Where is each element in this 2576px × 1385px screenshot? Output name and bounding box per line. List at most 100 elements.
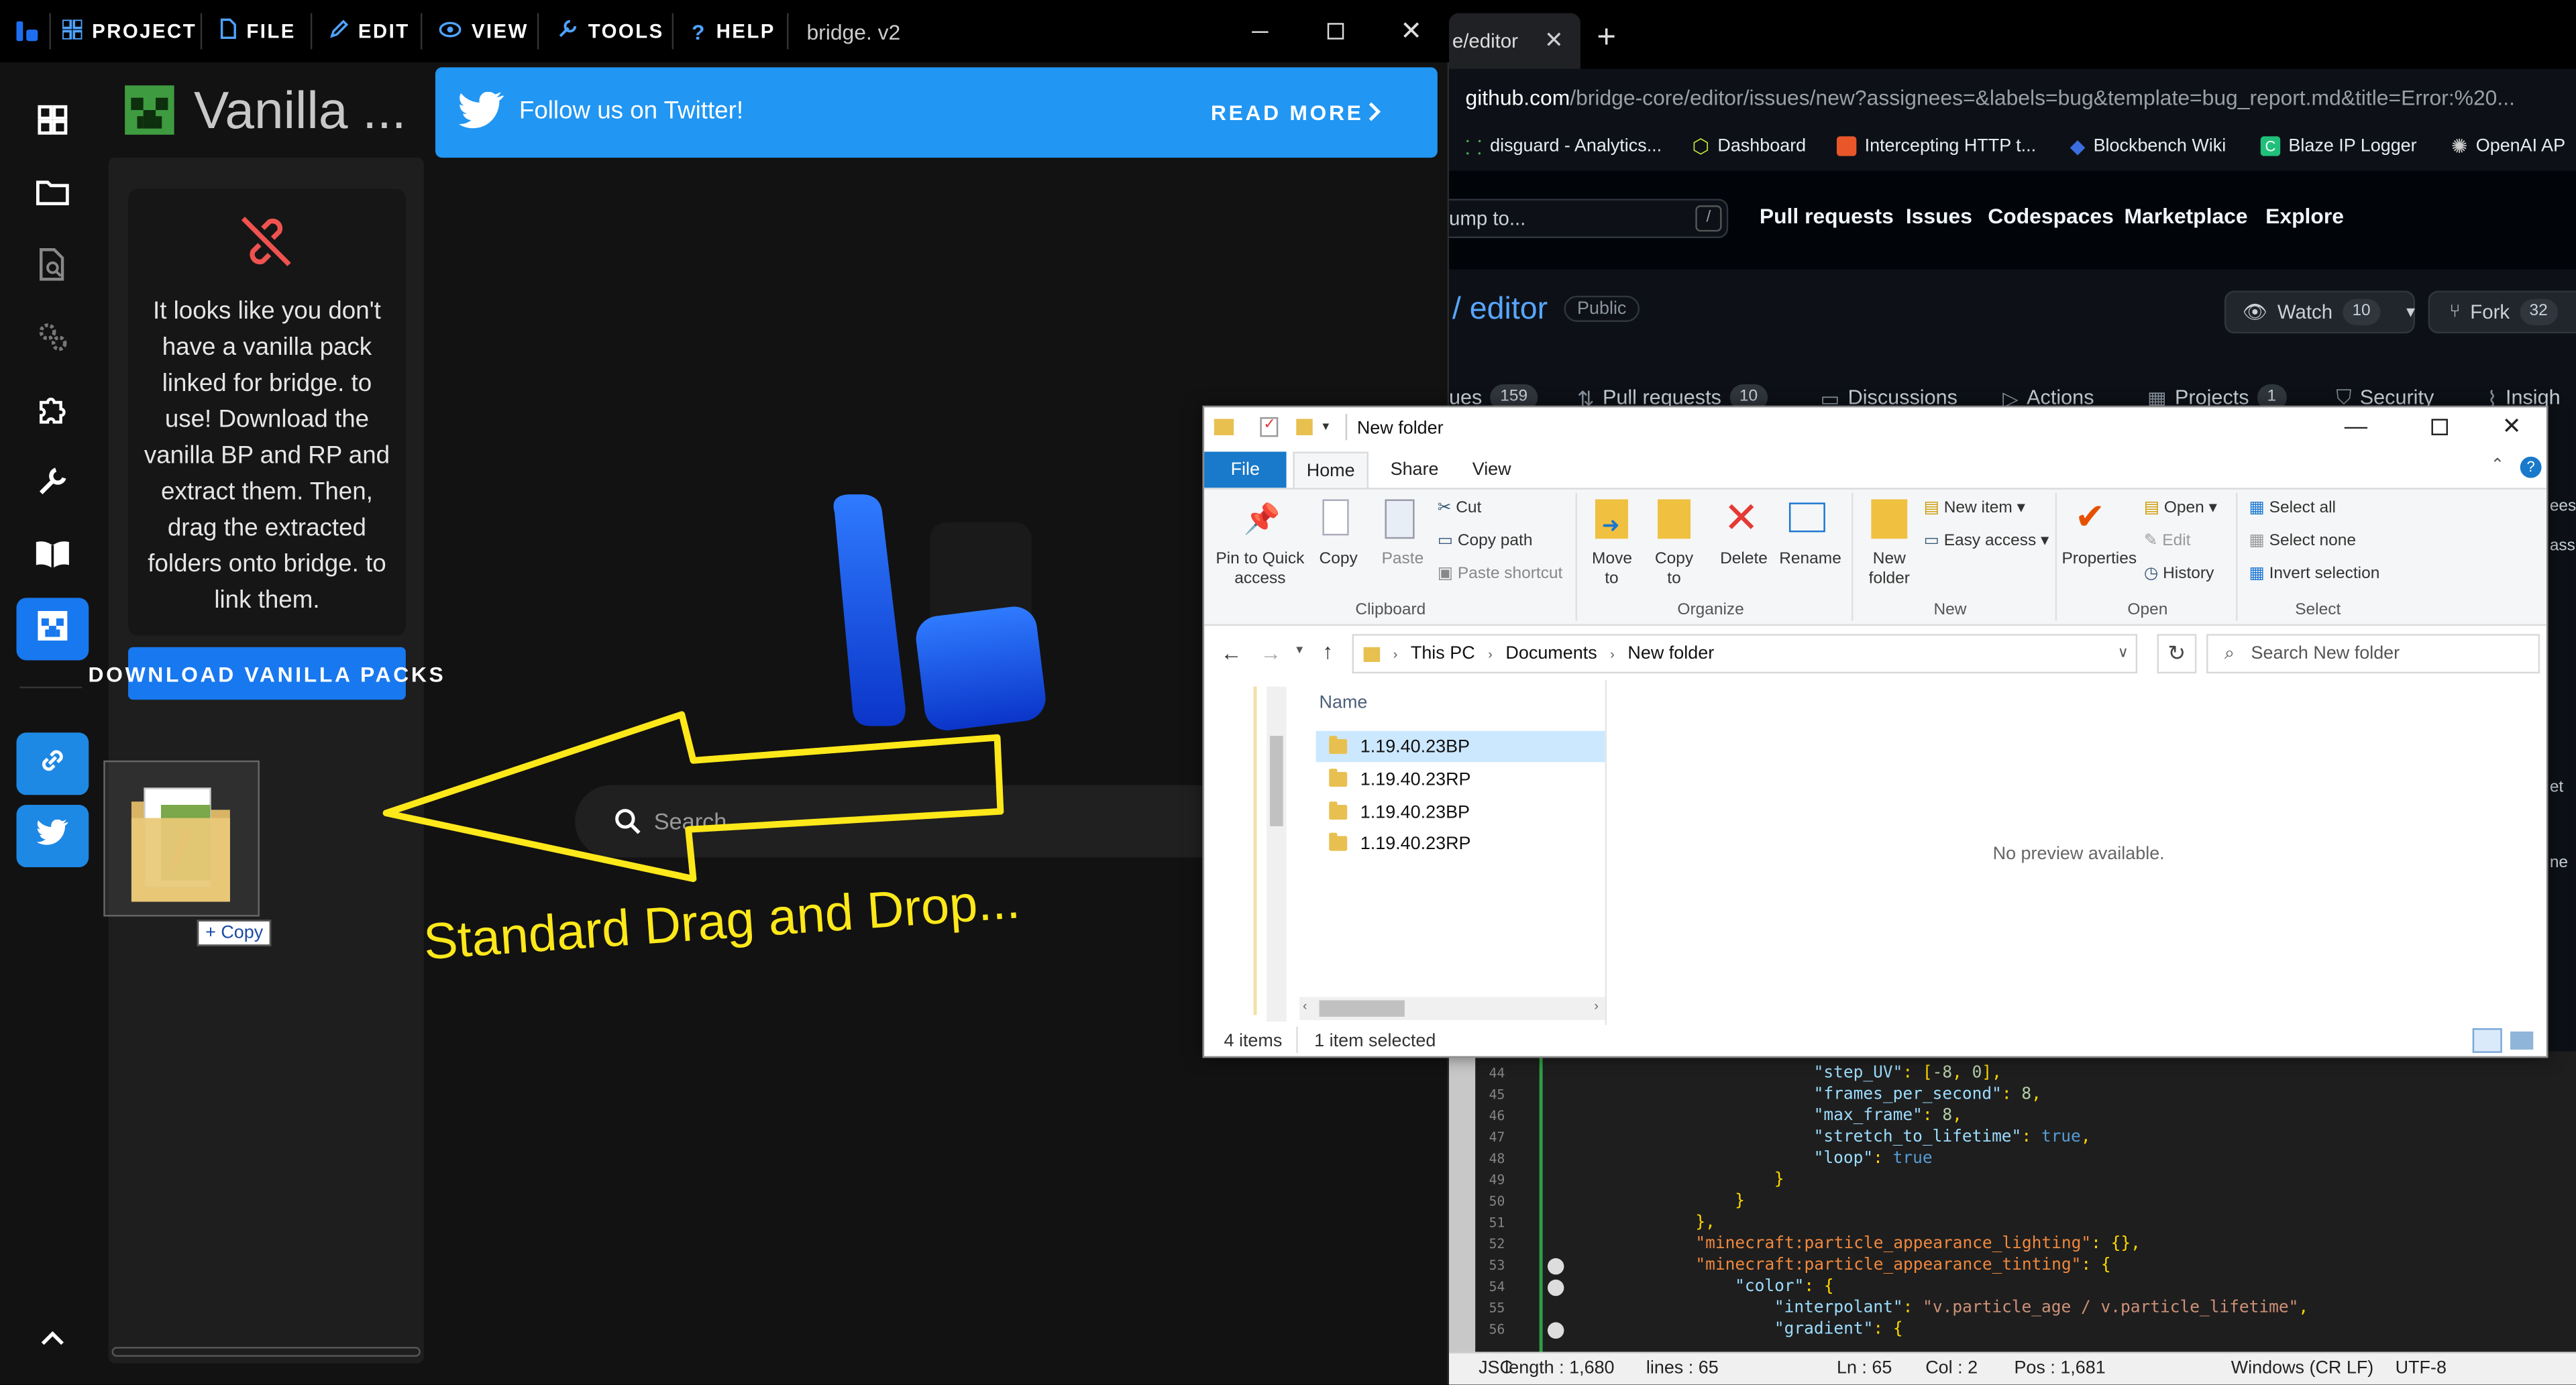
rail-collapse-button[interactable] — [16, 1307, 89, 1370]
cut-button[interactable]: ✂ Cut — [1438, 499, 1481, 517]
bookmark-dashboard[interactable]: ⬡ Dashboard — [1692, 125, 1806, 168]
rail-tools-button[interactable] — [16, 453, 89, 516]
move-to-button[interactable]: Move to — [1592, 550, 1632, 590]
repo-name[interactable]: / editor — [1452, 292, 1548, 329]
address-bar[interactable]: github.com/bridge-core/editor/issues/new… — [1449, 68, 2576, 125]
read-more-button[interactable]: READ MORE — [1211, 100, 1364, 125]
rail-vanilla-button[interactable] — [16, 598, 89, 661]
back-button[interactable]: ← — [1221, 641, 1242, 665]
explorer-minimize-button[interactable]: — — [2345, 412, 2367, 439]
tab-close-icon[interactable]: ✕ — [1544, 26, 1564, 54]
details-view-button[interactable] — [2472, 1028, 2502, 1053]
close-button[interactable]: ✕ — [1373, 0, 1449, 62]
menu-view[interactable]: VIEW — [439, 0, 529, 62]
file-row[interactable]: 1.19.40.23RP — [1316, 764, 1605, 795]
rail-link-button[interactable] — [16, 732, 89, 795]
code-editor[interactable]: 44 "step_UV": [-8, 0], 45 "frames_per_secon… — [1449, 1051, 2576, 1352]
refresh-button[interactable]: ↻ — [2157, 634, 2197, 674]
rail-packs-button[interactable] — [16, 92, 89, 154]
fork-button[interactable]: ⑂ Fork 32 — [2428, 290, 2576, 334]
breadcrumb-documents[interactable]: Documents — [1505, 644, 1597, 663]
watch-button[interactable]: 👁 Watch 10 ▼ — [2224, 290, 2418, 334]
fold-marker-icon[interactable] — [1547, 1258, 1564, 1275]
column-header-name[interactable]: Name — [1320, 693, 1368, 712]
bookmark-disguard[interactable]: ⸬ disguard - Analytics... — [1465, 125, 1662, 168]
explorer-close-button[interactable]: ✕ — [2502, 412, 2522, 441]
gh-nav-explore[interactable]: Explore — [2265, 204, 2344, 229]
nav-pane-scrollbar[interactable] — [1267, 686, 1287, 1022]
rename-button[interactable]: Rename — [1779, 550, 1841, 568]
line-number: 52 — [1489, 1237, 1505, 1252]
breadcrumb-this-pc[interactable]: This PC — [1411, 644, 1475, 663]
maximize-button[interactable] — [1298, 0, 1374, 62]
rail-extensions-button[interactable] — [16, 381, 89, 443]
gh-nav-codespaces[interactable]: Codespaces — [1988, 204, 2114, 229]
menu-edit[interactable]: EDIT — [329, 0, 410, 62]
file-row[interactable]: 1.19.40.23BP — [1316, 730, 1605, 763]
help-icon[interactable]: ? — [2520, 456, 2542, 478]
rail-settings-button[interactable] — [16, 309, 89, 371]
bookmark-openai[interactable]: ✺ OpenAI AP — [2451, 125, 2565, 168]
ribbon-tab-view[interactable]: View — [1454, 451, 1529, 488]
ribbon-tab-home[interactable]: Home — [1293, 451, 1369, 488]
select-all-button[interactable]: ▦ Select all — [2249, 499, 2336, 517]
address-dropdown-icon[interactable]: ∨ — [2118, 644, 2129, 662]
paste-shortcut-button[interactable]: ▣ Paste shortcut — [1438, 565, 1563, 583]
delete-button[interactable]: Delete — [1720, 550, 1768, 568]
properties-button[interactable]: Properties — [2061, 550, 2137, 568]
address-breadcrumb[interactable]: › This PC › Documents › New folder — [1352, 634, 2138, 674]
gh-nav-marketplace[interactable]: Marketplace — [2125, 204, 2248, 229]
quick-access-dropdown-icon[interactable]: ▾ — [1322, 419, 1329, 433]
menu-file[interactable]: FILE — [220, 0, 296, 62]
rail-file-search-button[interactable] — [16, 237, 89, 299]
new-folder-quick-icon[interactable] — [1296, 419, 1313, 435]
invert-selection-button[interactable]: ▦ Invert selection — [2249, 565, 2380, 583]
menu-tools[interactable]: TOOLS — [557, 0, 663, 62]
menu-help[interactable]: ? HELP — [692, 0, 775, 62]
minimize-button[interactable] — [1222, 0, 1298, 62]
menu-project[interactable]: PROJECT — [61, 0, 197, 62]
rail-docs-button[interactable] — [16, 526, 89, 588]
rail-twitter-button[interactable] — [16, 805, 89, 868]
breadcrumb-new-folder[interactable]: New folder — [1627, 644, 1714, 663]
rail-explorer-button[interactable] — [16, 164, 89, 227]
bookmark-blaze-ip-logger[interactable]: C Blaze IP Logger — [2260, 125, 2417, 168]
new-item-button[interactable]: ▤ New item ▾ — [1924, 499, 2025, 517]
ribbon-tab-file[interactable]: File — [1204, 451, 1287, 488]
browser-tab[interactable]: e/editor ✕ — [1449, 13, 1580, 69]
fold-marker-icon[interactable] — [1547, 1322, 1564, 1339]
ribbon-tab-share[interactable]: Share — [1377, 451, 1452, 488]
ribbon-collapse-icon[interactable]: ⌃ — [2491, 457, 2505, 475]
select-none-button[interactable]: ▦ Select none — [2249, 532, 2356, 550]
paste-button[interactable]: Paste — [1382, 550, 1424, 568]
sidebar-scrollbar[interactable] — [111, 1347, 421, 1357]
explorer-maximize-button[interactable] — [2431, 419, 2448, 435]
file-row[interactable]: 1.19.40.23RP — [1316, 828, 1605, 859]
bookmark-intercepting-http[interactable]: Intercepting HTTP t... — [1836, 125, 2036, 168]
file-row[interactable]: 1.19.40.23BP — [1316, 797, 1605, 828]
copy-path-button[interactable]: ▭ Copy path — [1438, 532, 1533, 550]
fold-marker-icon[interactable] — [1547, 1279, 1564, 1296]
file-list-h-scrollbar[interactable]: ‹ › — [1299, 997, 1605, 1020]
open-button[interactable]: ▤ Open ▾ — [2144, 499, 2217, 517]
copy-to-button[interactable]: Copy to — [1654, 550, 1694, 590]
properties-quick-icon[interactable]: ✓ — [1260, 416, 1279, 437]
edit-button[interactable]: ✎ Edit — [2144, 532, 2191, 550]
forward-button[interactable]: → — [1260, 641, 1281, 665]
bookmark-blockbench-wiki[interactable]: ◆ Blockbench Wiki — [2070, 125, 2226, 168]
new-folder-button[interactable]: New folder — [1865, 550, 1914, 590]
history-button[interactable]: ◷ History — [2144, 565, 2214, 583]
up-button[interactable]: ↑ — [1322, 639, 1333, 664]
easy-access-button[interactable]: ▭ Easy access ▾ — [1924, 532, 2049, 550]
pin-to-quick-access-button[interactable]: Pin to Quick access — [1214, 550, 1306, 590]
large-icons-view-button[interactable] — [2510, 1031, 2534, 1050]
recent-locations-button[interactable]: ▾ — [1296, 643, 1303, 657]
new-tab-icon[interactable]: + — [1597, 19, 1616, 57]
github-search-input[interactable]: ump to... / — [1449, 199, 1729, 239]
gh-nav-pull-requests[interactable]: Pull requests — [1760, 204, 1894, 229]
gh-nav-issues[interactable]: Issues — [1906, 204, 1972, 229]
copy-button[interactable]: Copy — [1320, 550, 1358, 568]
explorer-search-input[interactable]: ⌕ Search New folder — [2206, 634, 2540, 674]
download-vanilla-packs-button[interactable]: DOWNLOAD VANILLA PACKS — [88, 647, 443, 700]
twitter-banner[interactable]: Follow us on Twitter! READ MORE — [435, 67, 1438, 158]
